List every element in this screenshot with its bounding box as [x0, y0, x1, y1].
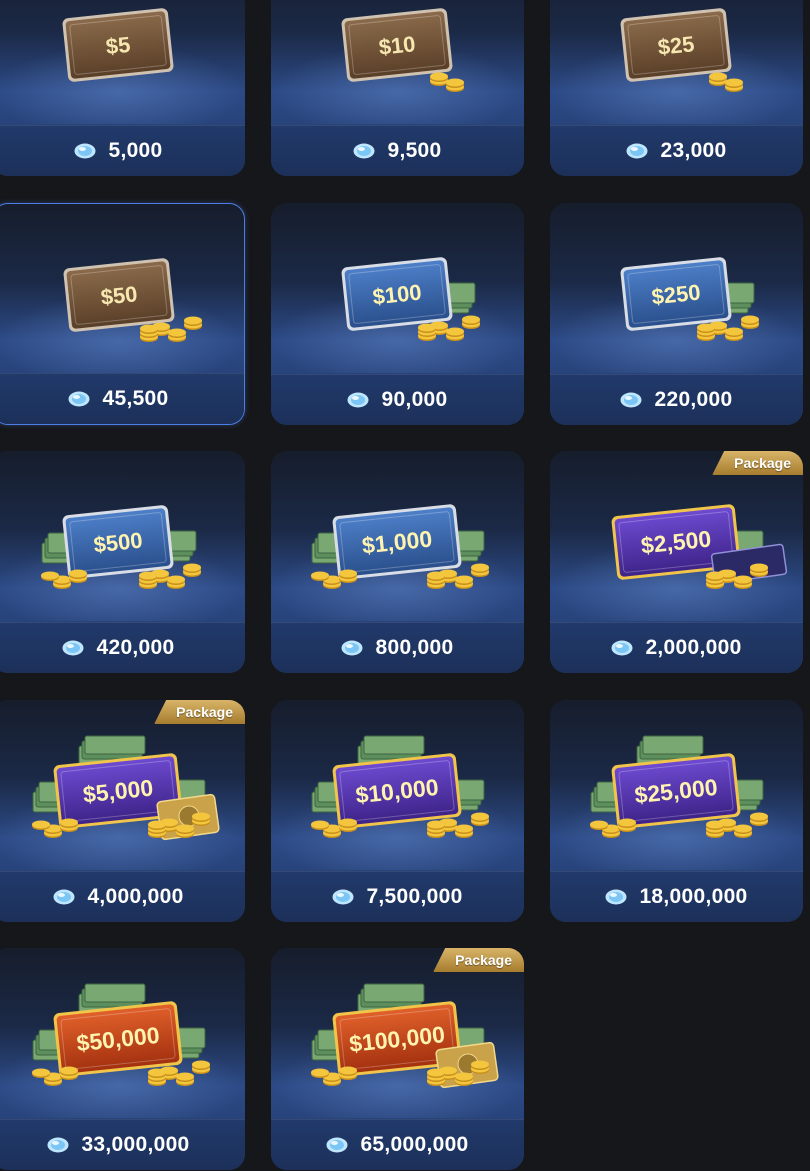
store-item-card[interactable]: $10 9,500 [271, 0, 524, 176]
diamond-gem-icon [68, 391, 90, 407]
ticket-amount-label: $25 [656, 31, 695, 60]
diamond-gem-icon [353, 143, 375, 159]
price-label: 220,000 [654, 388, 733, 411]
ticket-artwork: $5 [62, 8, 174, 82]
ticket-artwork: $25 [620, 8, 743, 92]
diamond-gem-icon [53, 889, 75, 905]
price-label: 7,500,000 [366, 885, 463, 908]
diamond-gem-icon [326, 1137, 348, 1153]
price-bar[interactable]: 220,000 [550, 374, 803, 425]
price-label: 2,000,000 [645, 636, 742, 659]
store-item-card[interactable]: $5,000 4,000,000 Package [0, 700, 245, 922]
price-label: 90,000 [381, 388, 448, 411]
diamond-gem-icon [341, 640, 363, 656]
price-bar[interactable]: 800,000 [271, 622, 524, 673]
price-bar[interactable]: 65,000,000 [271, 1119, 524, 1170]
store-grid: $5 5,000 $10 9,500 $25 23,000 $50 45,500 $100 90,… [0, 0, 810, 1171]
store-item-card[interactable]: $250 220,000 [550, 203, 803, 425]
price-bar[interactable]: 4,000,000 [0, 871, 245, 922]
ticket-artwork: $50,000 [32, 983, 210, 1086]
ticket-amount-label: $50 [99, 281, 138, 310]
ticket-artwork: $250 [620, 257, 759, 341]
diamond-gem-icon [620, 392, 642, 408]
package-badge: Package [154, 700, 245, 724]
store-item-card[interactable]: $10,000 7,500,000 [271, 700, 524, 922]
ticket-amount-label: $100 [371, 280, 422, 310]
diamond-gem-icon [47, 1137, 69, 1153]
diamond-gem-icon [62, 640, 84, 656]
price-bar[interactable]: 5,000 [0, 125, 245, 176]
store-item-card[interactable]: $50,000 33,000,000 [0, 948, 245, 1170]
ticket-amount-label: $5 [105, 32, 132, 59]
diamond-gem-icon [74, 143, 96, 159]
price-label: 45,500 [102, 387, 169, 410]
ticket-artwork: $10 [341, 8, 464, 92]
store-item-card[interactable]: $5 5,000 [0, 0, 245, 176]
store-item-card[interactable]: $500 420,000 [0, 451, 245, 673]
diamond-gem-icon [605, 889, 627, 905]
price-label: 9,500 [387, 139, 442, 162]
store-item-card[interactable]: $100 90,000 [271, 203, 524, 425]
ticket-artwork: $25,000 [590, 735, 768, 838]
price-label: 420,000 [96, 636, 175, 659]
store-item-card[interactable]: $2,500 2,000,000 Package [550, 451, 803, 673]
store-item-card[interactable]: $25,000 18,000,000 [550, 700, 803, 922]
ticket-artwork: $500 [41, 505, 201, 589]
price-label: 65,000,000 [360, 1133, 469, 1156]
diamond-gem-icon [611, 640, 633, 656]
ticket-artwork: $50 [63, 258, 202, 342]
price-bar[interactable]: 90,000 [271, 374, 524, 425]
package-badge: Package [433, 948, 524, 972]
ticket-artwork: $2,500 [611, 504, 788, 589]
price-bar[interactable]: 2,000,000 [550, 622, 803, 673]
price-label: 4,000,000 [87, 885, 184, 908]
ticket-artwork: $100 [341, 257, 480, 341]
price-bar[interactable]: 420,000 [0, 622, 245, 673]
ticket-artwork: $10,000 [311, 735, 489, 838]
ticket-amount-label: $250 [650, 280, 701, 310]
store-item-card[interactable]: $50 45,500 [0, 203, 245, 425]
diamond-gem-icon [626, 143, 648, 159]
package-badge: Package [712, 451, 803, 475]
price-label: 33,000,000 [81, 1133, 190, 1156]
ticket-amount-label: $500 [92, 528, 143, 558]
price-label: 23,000 [660, 139, 727, 162]
price-bar[interactable]: 23,000 [550, 125, 803, 176]
price-label: 18,000,000 [639, 885, 748, 908]
price-bar[interactable]: 18,000,000 [550, 871, 803, 922]
ticket-artwork: $1,000 [311, 504, 489, 589]
price-bar[interactable]: 7,500,000 [271, 871, 524, 922]
diamond-gem-icon [347, 392, 369, 408]
price-bar[interactable]: 45,500 [0, 373, 244, 424]
price-label: 800,000 [375, 636, 454, 659]
ticket-amount-label: $10 [377, 31, 416, 60]
price-bar[interactable]: 9,500 [271, 125, 524, 176]
price-label: 5,000 [108, 139, 163, 162]
store-item-card[interactable]: $100,000 65,000,000 Package [271, 948, 524, 1170]
store-item-card[interactable]: $25 23,000 [550, 0, 803, 176]
ticket-artwork: $5,000 [32, 735, 220, 841]
ticket-artwork: $100,000 [311, 983, 499, 1089]
store-item-card[interactable]: $1,000 800,000 [271, 451, 524, 673]
diamond-gem-icon [332, 889, 354, 905]
price-bar[interactable]: 33,000,000 [0, 1119, 245, 1170]
